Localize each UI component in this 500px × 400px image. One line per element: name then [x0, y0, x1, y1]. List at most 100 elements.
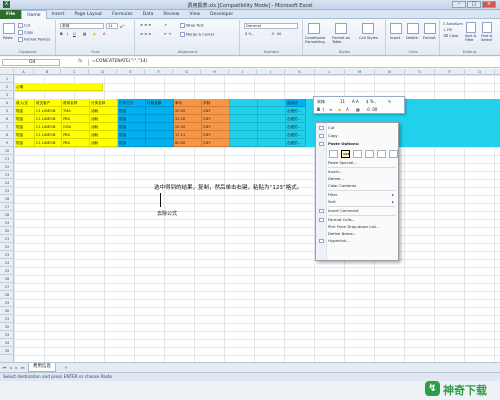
decimal-icon[interactable]: .0 .00 — [271, 32, 281, 36]
table-cell[interactable]: 费用项 — [286, 99, 306, 107]
prev-sheet-icon[interactable]: ◂ — [8, 365, 13, 370]
row-header[interactable]: 1 — [0, 75, 14, 83]
table-cell[interactable]: 油耗 — [90, 131, 118, 139]
paste-transpose-icon[interactable] — [365, 150, 374, 158]
tab-review[interactable]: Review — [158, 10, 184, 19]
table-cell[interactable]: 币制 — [202, 99, 230, 107]
table-cell[interactable]: 付款金额 — [146, 99, 174, 107]
tab-file[interactable]: File — [0, 9, 22, 19]
autosum-button[interactable]: Σ AutoSum — [443, 22, 463, 26]
last-sheet-icon[interactable]: ⏭ — [20, 365, 25, 370]
row-header[interactable]: 29 — [0, 299, 14, 307]
table-cell[interactable]: CNY — [202, 115, 230, 123]
underline-button[interactable]: U — [73, 32, 76, 36]
table-cell[interactable]: 单价 — [174, 99, 202, 107]
formula-input[interactable]: =CONCATENATE("-","14) — [88, 59, 493, 66]
row-header[interactable]: 30 — [0, 307, 14, 315]
row-header[interactable]: 13 — [0, 171, 14, 179]
grow-font-icon[interactable]: A A — [352, 99, 359, 104]
row-header[interactable]: 20 — [0, 227, 14, 235]
fx-icon[interactable]: fx — [78, 59, 82, 64]
delete-cells-icon[interactable] — [407, 23, 419, 34]
row-header[interactable]: 10 — [0, 147, 14, 155]
table-cell[interactable]: 收入/支 — [15, 99, 35, 107]
row-header[interactable]: 16 — [0, 195, 14, 203]
table-cell[interactable] — [230, 139, 258, 147]
tab-formulas[interactable]: Formulas — [107, 10, 138, 19]
row-header[interactable]: 25 — [0, 267, 14, 275]
table-cell[interactable]: 现金 — [15, 107, 35, 115]
fill-color-icon[interactable]: ◆ — [93, 32, 96, 36]
cell-styles-button[interactable]: Cell Styles — [359, 36, 383, 40]
next-sheet-icon[interactable]: ▸ — [14, 365, 19, 370]
cell-styles-icon[interactable] — [362, 23, 374, 34]
table-cell[interactable]: 油耗 — [90, 123, 118, 131]
table-cell[interactable]: 80.00 — [174, 139, 202, 147]
tab-page-layout[interactable]: Page Layout — [69, 10, 107, 19]
menu-pick-from-list[interactable]: Pick From Drop-down List... — [328, 224, 396, 230]
menu-define-name[interactable]: Define Name... — [328, 231, 396, 237]
format-painter-button[interactable]: Format Painter — [18, 37, 50, 42]
merge-center-button[interactable]: Merge & Center — [180, 32, 214, 37]
table-cell[interactable]: 付款方式 — [118, 99, 146, 107]
cut-button[interactable]: Cut — [18, 23, 30, 28]
menu-delete[interactable]: Delete... — [328, 176, 396, 182]
table-cell[interactable]: 现金 — [15, 139, 35, 147]
insert-cells-icon[interactable] — [390, 23, 402, 34]
row-header[interactable]: 21 — [0, 235, 14, 243]
menu-format-cells[interactable]: Format Cells... — [319, 217, 396, 223]
table-cell[interactable]: CNY — [202, 131, 230, 139]
row-header[interactable]: 35 — [0, 347, 14, 355]
tab-view[interactable]: View — [184, 10, 205, 19]
new-sheet-icon[interactable]: ＋ — [62, 365, 70, 370]
font-name-select[interactable]: 宋体 — [60, 23, 104, 29]
table-cell[interactable] — [230, 123, 258, 131]
table-cell[interactable]: 现金 — [118, 139, 146, 147]
table-cell[interactable]: 出差的... — [286, 131, 306, 139]
menu-copy[interactable]: Copy — [319, 133, 396, 139]
table-cell[interactable]: PBS — [62, 139, 90, 147]
table-cell[interactable] — [258, 115, 286, 123]
table-cell[interactable]: 出差的... — [286, 115, 306, 123]
table-cell[interactable] — [258, 131, 286, 139]
table-cell[interactable]: 现金 — [118, 123, 146, 131]
row-header[interactable]: 24 — [0, 259, 14, 267]
table-cell[interactable]: 现金 — [118, 107, 146, 115]
row-header[interactable]: 15 — [0, 187, 14, 195]
table-cell[interactable]: 油耗 — [90, 115, 118, 123]
table-cell[interactable]: 50.00 — [174, 107, 202, 115]
paste-icon[interactable] — [3, 23, 15, 34]
menu-insert[interactable]: Insert... — [328, 169, 396, 175]
table-cell[interactable]: CNY — [202, 107, 230, 115]
table-cell[interactable] — [146, 115, 174, 123]
table-cell[interactable]: PBS — [62, 131, 90, 139]
row-header[interactable]: 5 — [0, 107, 14, 115]
currency-icon[interactable]: $ % , — [366, 99, 376, 104]
table-cell[interactable]: PBS — [62, 115, 90, 123]
table-cell[interactable]: C1 LINEON — [35, 107, 62, 115]
row-header[interactable]: 28 — [0, 291, 14, 299]
align-left-icon[interactable]: ≡ ≡ ≡ — [140, 32, 151, 36]
table-cell[interactable] — [258, 107, 286, 115]
menu-cut[interactable]: Cut — [319, 125, 396, 131]
table-cell[interactable]: CMA — [62, 123, 90, 131]
tab-home[interactable]: Home — [21, 9, 47, 19]
table-cell[interactable]: 油耗 — [90, 139, 118, 147]
table-cell[interactable]: 分类名称 — [90, 99, 118, 107]
wrap-text-button[interactable]: Wrap Text — [180, 23, 204, 28]
table-cell[interactable] — [230, 115, 258, 123]
insert-cells-button[interactable]: Insert — [390, 36, 400, 40]
italic-button[interactable]: I — [67, 32, 68, 36]
paste-button[interactable]: Paste — [3, 36, 13, 40]
sort-filter-button[interactable]: Sort & Filter — [465, 34, 479, 42]
row-header[interactable]: 9 — [0, 139, 14, 147]
paste-formulas-icon[interactable] — [353, 150, 362, 158]
mini-size-select[interactable]: 11 — [340, 99, 345, 104]
minimize-button[interactable]: – — [452, 1, 466, 8]
table-cell[interactable]: 出差的... — [286, 139, 306, 147]
row-header[interactable]: 14 — [0, 179, 14, 187]
menu-hyperlink[interactable]: Hyperlink... — [319, 238, 396, 244]
sheet-tab[interactable]: 费用信息 — [28, 363, 56, 372]
font-color-icon[interactable]: A — [103, 32, 105, 36]
table-cell[interactable] — [146, 123, 174, 131]
